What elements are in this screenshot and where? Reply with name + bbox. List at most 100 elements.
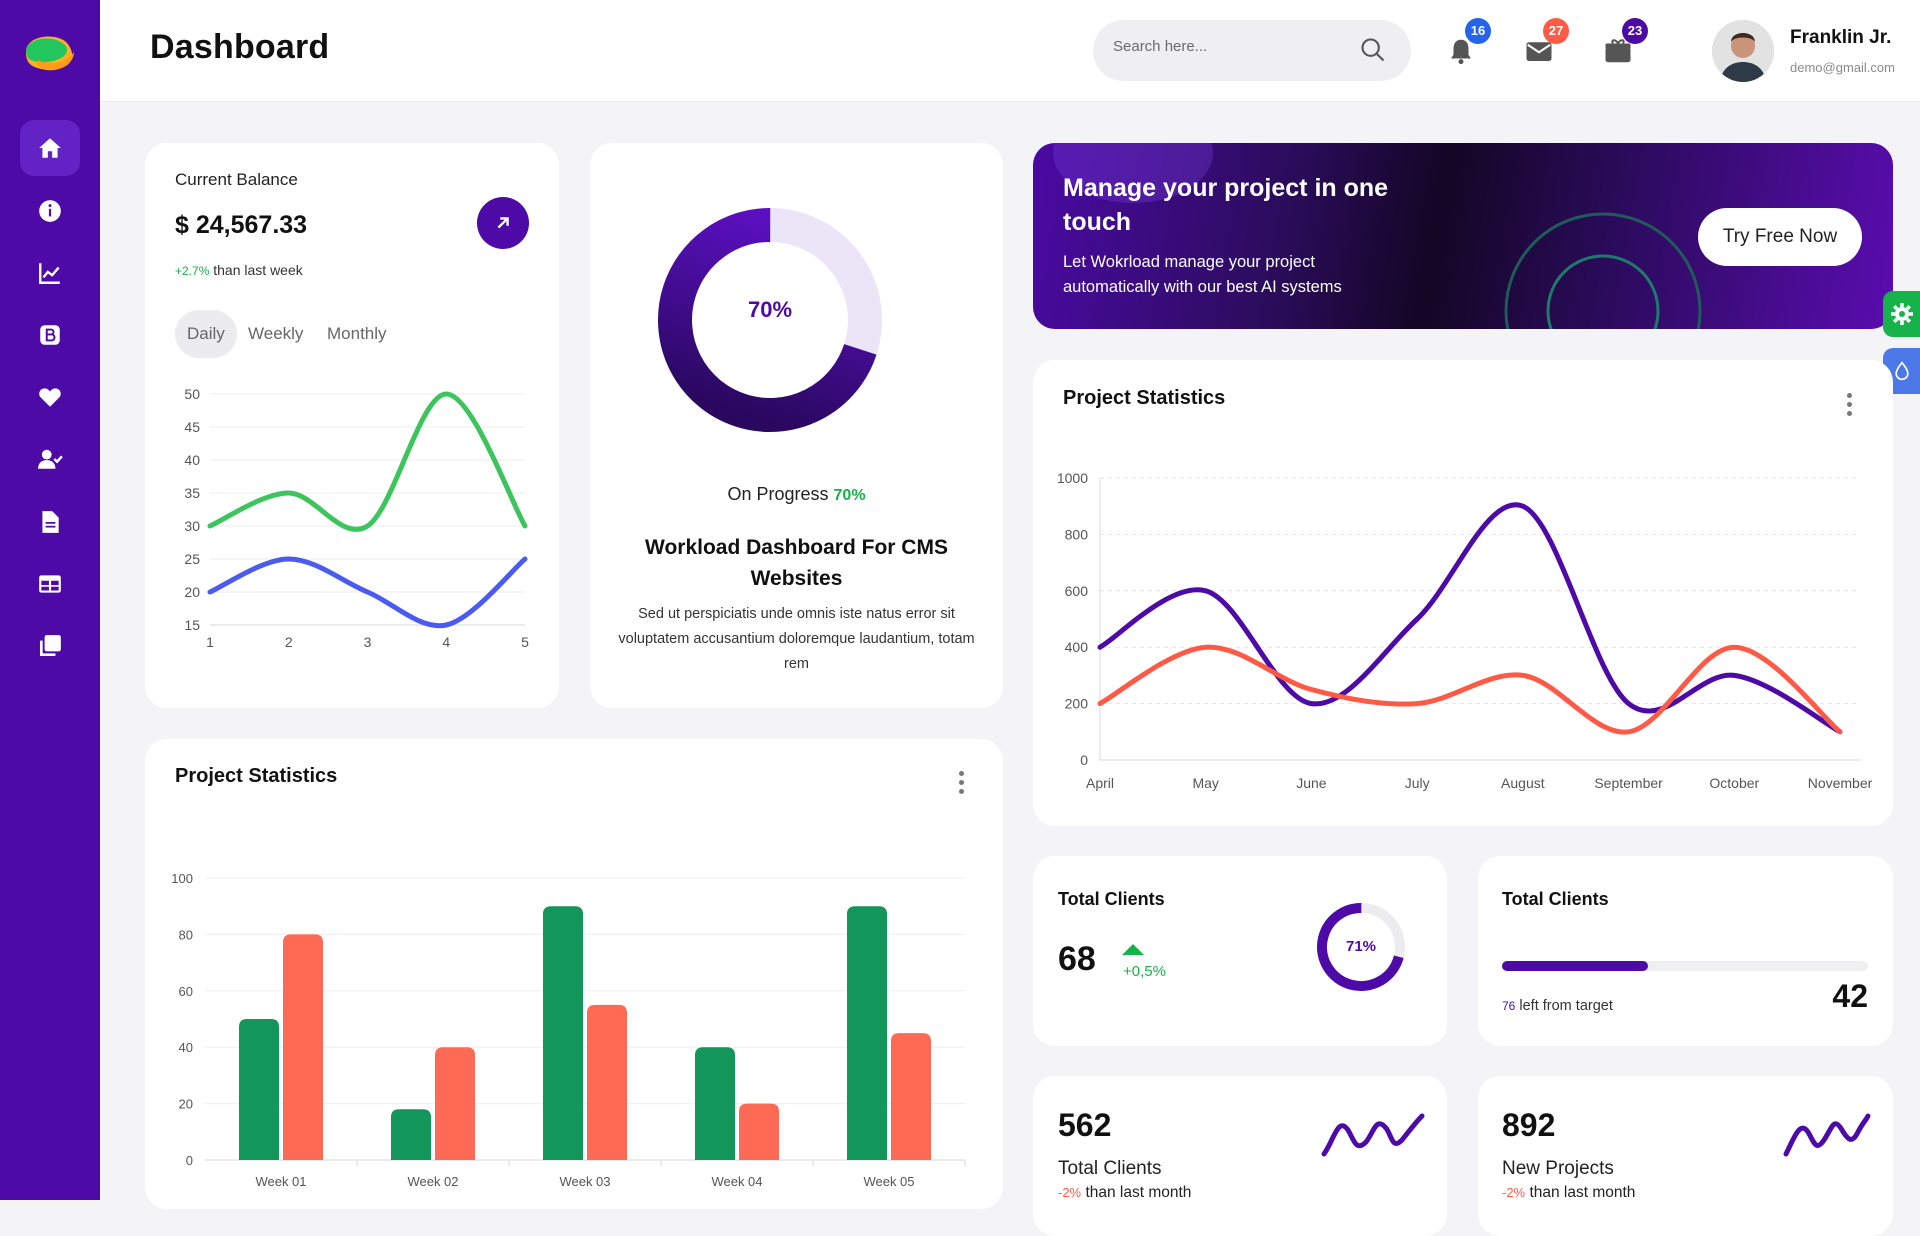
y-tick-label: 40 [184,452,200,468]
balance-label: Current Balance [175,170,298,189]
info-icon [39,200,61,222]
target-progress-track [1502,961,1868,971]
x-tick-label: Week 02 [407,1174,458,1189]
bar [239,1019,279,1160]
bar [435,1047,475,1160]
search-icon[interactable] [1359,36,1387,64]
stat-total-clients-change-text: than last month [1085,1184,1192,1201]
x-tick-label: April [1086,775,1114,791]
search-input[interactable] [1113,38,1353,55]
y-tick-label: 0 [1080,752,1088,768]
sidebar-item-info[interactable] [20,183,80,239]
total-clients-target-label: Total Clients [1502,889,1609,909]
balance-change: +2.7% [175,264,210,278]
sidebar-item-analytics[interactable] [20,245,80,301]
droplet-icon [1894,361,1909,381]
total-clients-target-card [1478,856,1893,1046]
total-clients-target-value: 42 [1832,978,1868,1014]
trend-up-icon [1122,944,1144,955]
y-tick-label: 15 [184,617,200,633]
y-tick-label: 400 [1065,639,1089,655]
x-tick-label: November [1808,775,1873,791]
x-tick-label: September [1594,775,1663,791]
y-tick-label: 200 [1065,696,1089,712]
bar [543,906,583,1160]
balance-open-button[interactable] [477,197,529,249]
y-tick-label: 100 [171,871,193,886]
stat-total-clients-value: 562 [1058,1107,1112,1143]
sidebar [0,0,100,1200]
more-options-icon[interactable] [1845,393,1853,417]
banner-decor-rings [1504,212,1702,329]
stat-total-clients-change: -2% [1058,1185,1082,1200]
x-tick-label: 4 [442,634,450,650]
tab-monthly[interactable]: Monthly [315,310,399,358]
x-tick-label: 2 [285,634,293,650]
avatar[interactable] [1712,20,1774,82]
sidebar-item-pages[interactable] [20,618,80,674]
progress-status-row: On Progress 70% [590,484,1003,505]
search-box[interactable] [1093,20,1411,81]
stat-total-clients-change-row: -2% than last month [1058,1184,1191,1202]
grid-icon [39,575,61,593]
more-options-icon[interactable] [957,771,965,795]
progress-title: Workload Dashboard For CMS Websites [645,536,948,590]
y-tick-label: 600 [1065,583,1089,599]
heart-icon [39,388,61,407]
gifts-badge: 23 [1622,18,1648,44]
x-tick-label: July [1405,775,1430,791]
bar [283,934,323,1160]
project-stats-line-title: Project Statistics [1063,387,1226,409]
home-icon [39,138,61,158]
x-tick-label: June [1296,775,1327,791]
bar [847,906,887,1160]
messages-badge: 27 [1543,18,1569,44]
balance-change-text: than last week [213,262,303,278]
y-tick-label: 60 [179,984,193,999]
bar [695,1047,735,1160]
balance-change-row: +2.7% than last week [175,262,303,278]
try-free-button[interactable]: Try Free Now [1698,208,1862,266]
sidebar-item-documents[interactable] [20,494,80,550]
total-clients-value: 68 [1058,940,1096,978]
y-tick-label: 20 [184,584,200,600]
x-tick-label: August [1501,775,1545,791]
user-name[interactable]: Franklin Jr. [1790,27,1891,49]
target-left-text: left from target [1519,998,1613,1014]
y-tick-label: 80 [179,927,193,942]
total-clients-donut-label: 71% [1345,938,1377,955]
bar [739,1103,779,1160]
y-tick-label: 45 [184,419,200,435]
settings-float-button[interactable] [1883,291,1920,337]
stat-new-projects-value: 892 [1502,1107,1556,1143]
notifications-badge: 16 [1465,18,1491,44]
banner-text: Let Wokrload manage your project automat… [1063,253,1342,296]
sidebar-item-favorites[interactable] [20,369,80,425]
x-tick-label: May [1192,775,1218,791]
balance-amount: $ 24,567.33 [175,211,308,239]
series-line [1097,502,1843,735]
y-tick-label: 35 [184,485,200,501]
stat-new-projects-label: New Projects [1502,1158,1614,1179]
project-stats-bar-chart: 0 20 40 60 80 100 Week 01 Week 02 Week 03 Week 04… [171,871,966,1189]
stat-total-clients-label: Total Clients [1058,1158,1162,1179]
total-clients-change: +0,5% [1123,963,1166,980]
balance-line-chart: 15202530354045501 2 3 4 5 [184,386,529,650]
x-tick-label: 1 [206,634,214,650]
bootstrap-icon [40,325,60,345]
banner-title: Manage your project in one touch [1063,174,1389,236]
x-tick-label: Week 04 [711,1174,762,1189]
tab-weekly[interactable]: Weekly [236,310,315,358]
sidebar-item-home[interactable] [20,120,80,176]
sidebar-item-bootstrap[interactable] [20,307,80,363]
sidebar-item-users[interactable] [20,431,80,487]
chart-icon [39,263,60,284]
progress-status-value: 70% [833,487,866,504]
progress-status-label: On Progress [727,484,829,504]
x-tick-label: Week 01 [255,1174,306,1189]
tab-daily[interactable]: Daily [175,310,237,358]
y-tick-label: 40 [179,1040,193,1055]
sidebar-item-tables[interactable] [20,556,80,612]
x-tick-label: October [1709,775,1759,791]
app-logo[interactable] [24,30,76,74]
